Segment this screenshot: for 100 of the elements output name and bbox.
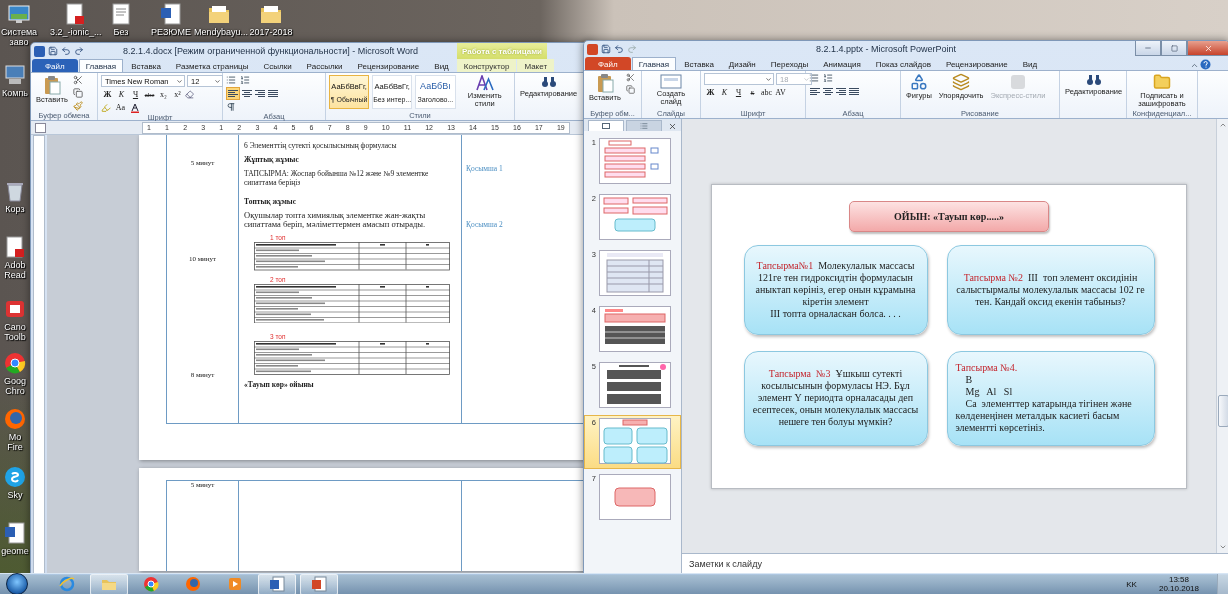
notes-field[interactable]: Заметки к слайду xyxy=(682,553,1228,574)
format-button[interactable]: AV xyxy=(774,87,787,98)
slide-thumbnail[interactable] xyxy=(599,194,671,240)
ribbon-tab[interactable]: Конструктор xyxy=(456,59,517,72)
slide-thumbnail[interactable] xyxy=(599,418,671,464)
ribbon-tab[interactable]: Рецензирование xyxy=(938,57,1015,70)
format-button[interactable]: x₂ xyxy=(157,89,170,100)
caret-icon[interactable] xyxy=(214,77,221,85)
save-icon[interactable] xyxy=(601,44,611,54)
ribbon-tab[interactable]: Файл xyxy=(585,57,631,70)
computer-icon[interactable] xyxy=(3,64,27,86)
ribbon-tab[interactable]: Показ слайдов xyxy=(868,57,938,70)
app-icon[interactable] xyxy=(3,298,27,320)
browser-icon xyxy=(59,576,75,592)
caret-icon[interactable] xyxy=(176,77,183,85)
ribbon-tab[interactable]: Вид xyxy=(427,59,456,72)
align-center-icon[interactable] xyxy=(822,86,834,97)
close-button[interactable] xyxy=(1187,41,1228,56)
font-name-field[interactable] xyxy=(704,73,774,85)
align-right-icon[interactable] xyxy=(254,88,266,99)
redo-icon[interactable] xyxy=(74,46,84,56)
pilcrow-icon[interactable] xyxy=(226,102,236,112)
undo-icon[interactable] xyxy=(61,46,71,56)
align-right-icon[interactable] xyxy=(835,86,847,97)
chat-icon[interactable] xyxy=(3,466,27,488)
slide-thumbnail[interactable] xyxy=(599,250,671,296)
taskbar-button[interactable] xyxy=(258,573,296,594)
browser-icon[interactable] xyxy=(3,408,27,430)
format-button[interactable]: x² xyxy=(171,89,184,100)
eraser-icon[interactable] xyxy=(185,90,194,99)
ribbon-tab[interactable]: Рецензирование xyxy=(350,59,427,72)
scroll-up-icon[interactable] xyxy=(1219,121,1227,129)
scissors-icon[interactable] xyxy=(72,75,83,85)
taskbar-button[interactable] xyxy=(300,573,338,594)
ribbon-tab[interactable]: Дизайн xyxy=(721,57,763,70)
bullet-list-icon[interactable] xyxy=(226,75,236,85)
tab-selector[interactable] xyxy=(35,122,46,133)
ribbon-tab[interactable]: Анимация xyxy=(816,57,868,70)
align-justify-icon[interactable] xyxy=(848,86,860,97)
copy-icon[interactable] xyxy=(625,85,635,94)
ribbon-tab[interactable]: Главная xyxy=(631,57,677,70)
icon-label: Система заво xyxy=(0,27,39,47)
font-color-icon[interactable] xyxy=(130,102,140,113)
align-justify-icon[interactable] xyxy=(267,88,279,99)
ribbon-tab[interactable]: Переходы xyxy=(763,57,816,70)
document-icon[interactable] xyxy=(3,522,27,544)
document-icon[interactable] xyxy=(159,3,183,25)
format-button[interactable]: Ж xyxy=(704,87,717,98)
start-button[interactable] xyxy=(6,573,28,594)
scissors-icon[interactable] xyxy=(625,73,635,82)
align-left-icon[interactable] xyxy=(226,87,240,100)
format-button[interactable]: abc xyxy=(760,87,773,98)
ribbon-tab[interactable]: Вставка xyxy=(677,57,721,70)
help-icon[interactable] xyxy=(1200,59,1211,70)
task-text: Тапсырма №4. В Mg Al Sl Са элементтер катарында тігінен және көлденеңінен металдык касиеті басым элементті көрсетініз. xyxy=(955,362,1133,434)
ribbon-tab[interactable]: Макет xyxy=(517,59,555,72)
ribbon-tab[interactable]: Главная xyxy=(78,59,124,72)
collapse-ribbon-icon[interactable] xyxy=(1190,61,1199,70)
maximize-button[interactable] xyxy=(1161,41,1187,56)
ribbon-tab[interactable]: Разметка страницы xyxy=(168,59,256,72)
save-icon[interactable] xyxy=(48,46,58,56)
copy-icon[interactable] xyxy=(72,88,83,98)
format-button[interactable]: К xyxy=(115,89,128,100)
pdf-file-icon[interactable] xyxy=(63,3,87,25)
numbered-list-icon[interactable] xyxy=(240,75,250,85)
language-indicator[interactable]: KK xyxy=(1126,579,1137,589)
align-left-icon[interactable] xyxy=(809,86,821,97)
format-button[interactable]: К xyxy=(718,87,731,98)
slide-thumbnail[interactable] xyxy=(599,362,671,408)
align-center-icon[interactable] xyxy=(241,88,253,99)
slide-thumbnail[interactable] xyxy=(599,306,671,352)
folder-icon[interactable] xyxy=(259,3,283,25)
browser-icon xyxy=(185,576,201,592)
change-case-button[interactable]: Aa xyxy=(114,102,127,113)
caret-icon[interactable] xyxy=(765,75,772,83)
numbered-list-icon[interactable] xyxy=(823,73,833,83)
document-icon[interactable] xyxy=(109,3,133,25)
undo-icon[interactable] xyxy=(614,44,624,54)
slide-thumbnail[interactable] xyxy=(599,138,671,184)
brush-icon[interactable] xyxy=(72,101,83,111)
folder-icon[interactable] xyxy=(207,3,231,25)
ribbon-tab[interactable]: Вставка xyxy=(124,59,168,72)
close-icon[interactable] xyxy=(668,122,677,131)
format-button[interactable]: Ч xyxy=(732,87,745,98)
pdf-file-icon[interactable] xyxy=(3,236,27,258)
ribbon-tab[interactable]: Файл xyxy=(32,59,78,72)
ribbon-tab[interactable]: Ссылки xyxy=(256,59,299,72)
ribbon-tab[interactable]: Рассылки xyxy=(299,59,350,72)
ribbon-tab[interactable]: Вид xyxy=(1015,57,1045,70)
slide-thumbnail[interactable] xyxy=(599,474,671,520)
browser-icon[interactable] xyxy=(3,352,27,374)
monitor-icon[interactable] xyxy=(7,3,31,25)
minimize-button[interactable] xyxy=(1135,41,1161,56)
slides-tab[interactable] xyxy=(588,120,624,131)
format-button[interactable]: Ч xyxy=(129,89,142,100)
scroll-thumb[interactable] xyxy=(1217,395,1228,427)
outline-icon xyxy=(640,122,648,130)
bullet-list-icon[interactable] xyxy=(809,73,819,83)
scroll-down-icon[interactable] xyxy=(1219,543,1227,551)
format-button[interactable]: Ж xyxy=(101,89,114,100)
